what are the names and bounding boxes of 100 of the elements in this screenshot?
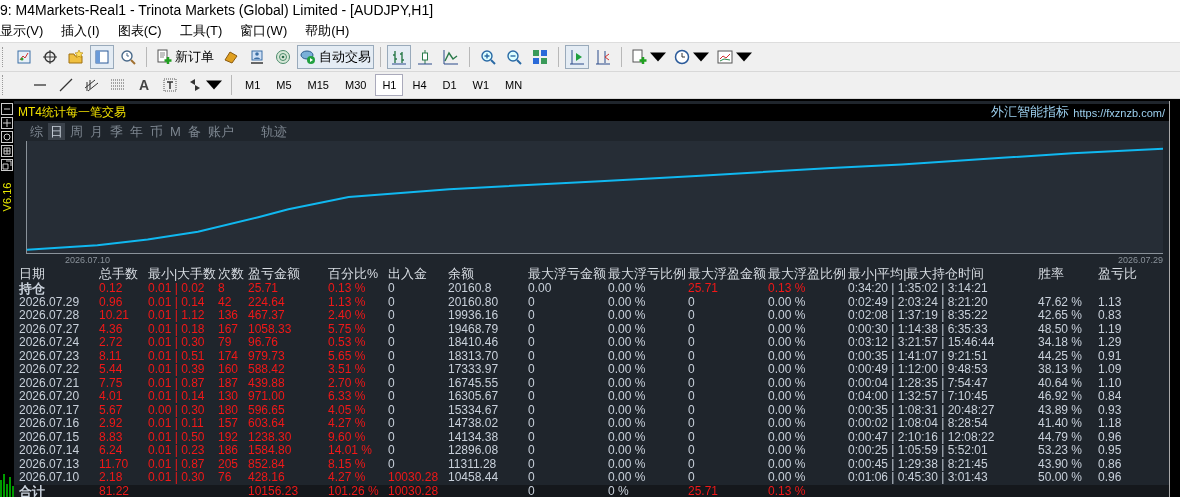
menu-item[interactable]: 插入(I) [55, 22, 112, 40]
table-cell-text: 0.96 [1098, 430, 1123, 444]
timeframe-button[interactable]: W1 [465, 74, 497, 96]
table-cell-text: 0.00 | 0.30 [148, 403, 206, 417]
table-cell-text: 0.01 | 0.30 [148, 336, 206, 350]
timeframe-button[interactable]: M1 [238, 74, 268, 96]
table-cell-text: 0.00 % [608, 322, 647, 336]
tab[interactable]: 轨迹 [258, 122, 289, 140]
table-cell-text: 0.00 % [608, 430, 647, 444]
tab[interactable]: 备 [185, 122, 203, 140]
column-header: 次数 [218, 267, 245, 282]
table-cell-text: 8.15 % [328, 457, 367, 471]
table-cell-text: 2026.07.14 [19, 444, 81, 458]
table-cell-text: 0.00 % [608, 376, 647, 390]
table-cell-text: 0 [528, 390, 536, 404]
table-cell-text: 14.01 % [328, 444, 374, 458]
table-cell-text: 101.26 % [328, 484, 380, 497]
menu-item[interactable]: 帮助(H) [299, 22, 362, 40]
column-header: 最大浮盈金额 [688, 267, 767, 282]
move-icon[interactable] [1, 117, 13, 129]
table-cell-text: 0 [688, 457, 696, 471]
table-cell-text: 44.25 % [1038, 349, 1084, 363]
table-cell-text: 0 [388, 309, 396, 323]
table-cell-text: 41.40 % [1038, 417, 1084, 431]
tab[interactable]: M [168, 122, 183, 140]
tab[interactable]: 年 [128, 122, 145, 140]
auto-scroll-icon[interactable] [565, 45, 589, 69]
new-order-button[interactable]: 新订单 [153, 45, 217, 69]
table-cell-text: 7.75 [99, 376, 124, 390]
table-cell-text: 0 [688, 444, 696, 458]
menu-item[interactable]: 图表(C) [111, 22, 174, 40]
navigator-icon[interactable] [90, 45, 114, 69]
table-cell-text: 0.13 % [768, 282, 807, 296]
menu-item[interactable]: 窗口(W) [234, 22, 300, 40]
minimize-icon[interactable] [1, 103, 13, 115]
table-cell-text: 0:00:35 | 1:41:07 | 9:21:51 [848, 349, 989, 363]
table-cell-text: 0.00 % [608, 349, 647, 363]
table-cell-text: 0 [528, 295, 536, 309]
table-cell-text: 0 [388, 295, 396, 309]
table-cell-text: 2.40 % [328, 309, 367, 323]
bar-chart-icon[interactable] [387, 45, 411, 69]
table-cell-text: 0 [688, 309, 696, 323]
table-cell-text: 14738.02 [448, 417, 500, 431]
auto-trading-button[interactable]: 自动交易 [297, 45, 374, 69]
table-cell-text: 46.92 % [1038, 390, 1084, 404]
table-cell-text: 16305.67 [448, 390, 500, 404]
table-cell-text: 43.90 % [1038, 457, 1084, 471]
table-cell-text: 2026.07.15 [19, 430, 81, 444]
table-cell-text: 2026.07.27 [19, 322, 81, 336]
timeframe-button[interactable]: M15 [300, 74, 336, 96]
url-link[interactable]: https://fxznzb.com/ [1073, 106, 1165, 119]
table-cell-text: 2.72 [99, 336, 124, 350]
table-cell-text: 2026.07.22 [19, 363, 81, 377]
timeframe-button[interactable]: M30 [337, 74, 374, 96]
table-cell-text: 0 [528, 403, 536, 417]
table-cell-text: 0.91 [1098, 349, 1123, 363]
table-cell-text: 0.96 [1098, 471, 1123, 485]
table-cell-text: 10030.28 [388, 471, 440, 485]
template-icon [717, 49, 733, 65]
table-cell-text: 0.01 | 0.30 [148, 471, 206, 485]
tab[interactable]: 日 [48, 122, 65, 140]
timeframe-button[interactable]: H1 [375, 74, 404, 96]
date-label: 2026.07.10 [65, 255, 111, 265]
timeframe-button[interactable]: MN [498, 74, 530, 96]
timeframe-button[interactable]: M5 [269, 74, 299, 96]
table-cell-text: 0.01 | 0.50 [148, 430, 206, 444]
table-cell-text: 3.51 % [328, 363, 367, 377]
tab[interactable]: 综 [28, 122, 45, 140]
tab[interactable]: 月 [88, 122, 105, 140]
tab[interactable]: 币 [148, 122, 165, 140]
menu-item[interactable]: 显示(V) [0, 22, 56, 40]
table-cell-text: 0.00 % [608, 403, 647, 417]
table-cell-text: 6.33 % [328, 390, 367, 404]
tab[interactable]: 季 [108, 122, 125, 140]
table-cell-text: 4.05 % [328, 403, 367, 417]
table-cell-text: 0:01:06 | 0:45:30 | 3:01:43 [848, 471, 989, 485]
table-cell-text: 1.13 % [328, 295, 367, 309]
tab[interactable]: 周 [68, 122, 85, 140]
table-cell-text: 1.29 [1098, 336, 1123, 350]
table-cell-text: 0 [388, 349, 396, 363]
table-cell-text: 0.01 | 0.87 [148, 376, 206, 390]
table-cell-text: 180 [218, 403, 240, 417]
menu-item[interactable]: 工具(T) [173, 22, 235, 40]
table-cell-text: 224.64 [248, 295, 286, 309]
add-indicator-icon [631, 49, 647, 65]
table-cell-text: 0.00 % [768, 457, 807, 471]
table-cell-text: 0 [388, 363, 396, 377]
table-cell-text: 0 [688, 322, 696, 336]
table-cell-text: 0:00:49 | 1:12:00 | 9:48:53 [848, 363, 989, 377]
table-cell-text: 0.00 % [768, 471, 807, 485]
timeframe-button[interactable]: D1 [435, 74, 464, 96]
table-cell-text: 1.18 [1098, 417, 1123, 431]
table-cell-text: 0 [388, 417, 396, 431]
text-tool-button[interactable]: A [132, 73, 156, 97]
grid-icon[interactable] [1, 145, 13, 157]
table-cell-text: 603.64 [248, 417, 286, 431]
tab[interactable]: 账户 [205, 122, 236, 140]
table-cell-text: 0.95 [1098, 444, 1123, 458]
table-cell-text: 0 [528, 376, 536, 390]
timeframe-button[interactable]: H4 [405, 74, 434, 96]
